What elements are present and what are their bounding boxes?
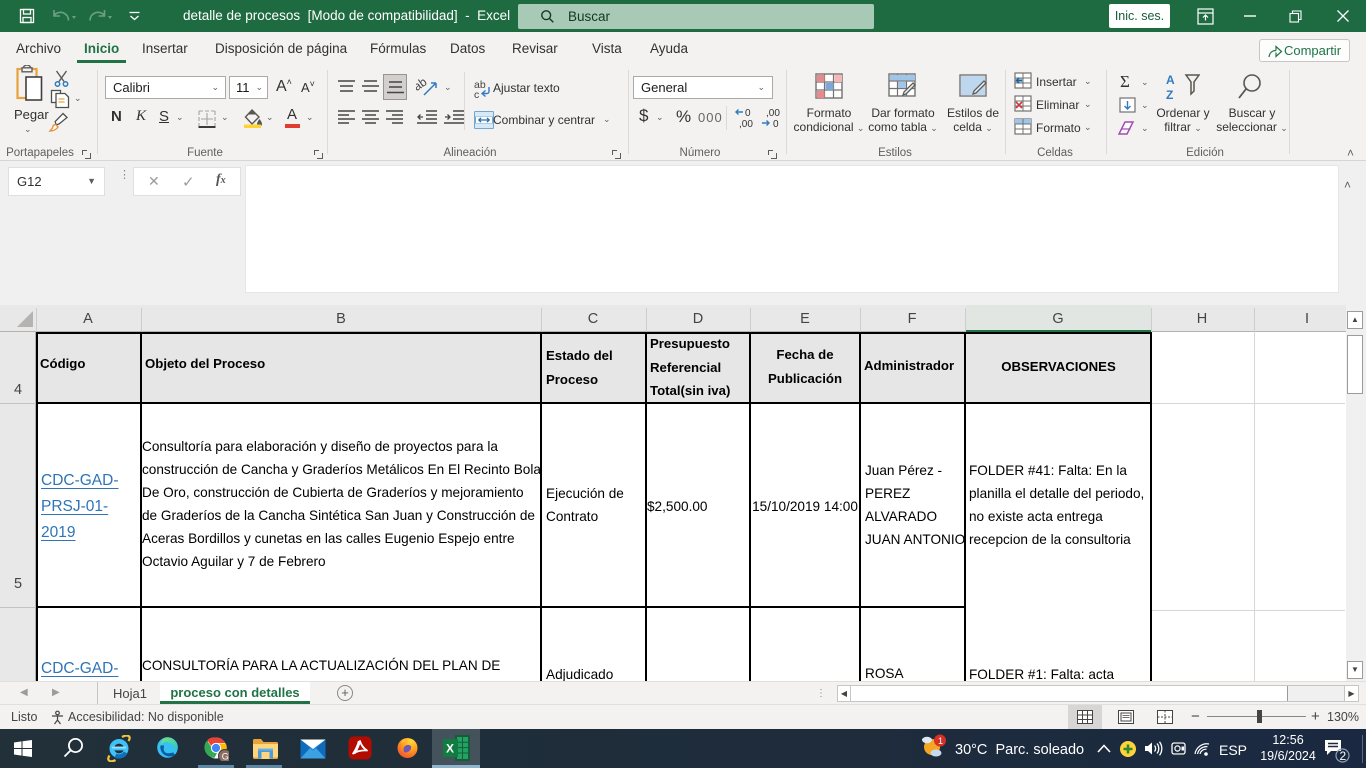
svg-text:X: X xyxy=(446,742,454,756)
svg-text:Z: Z xyxy=(1166,88,1173,101)
svg-text:,00: ,00 xyxy=(739,119,753,129)
svg-text:G: G xyxy=(222,752,229,761)
svg-text:c: c xyxy=(474,89,479,99)
svg-text:1: 1 xyxy=(938,736,943,746)
svg-text:0: 0 xyxy=(745,108,751,119)
svg-text:2: 2 xyxy=(1340,749,1347,763)
svg-text:,00: ,00 xyxy=(766,108,780,119)
svg-text:A: A xyxy=(1166,73,1175,87)
svg-text:0: 0 xyxy=(773,119,779,129)
